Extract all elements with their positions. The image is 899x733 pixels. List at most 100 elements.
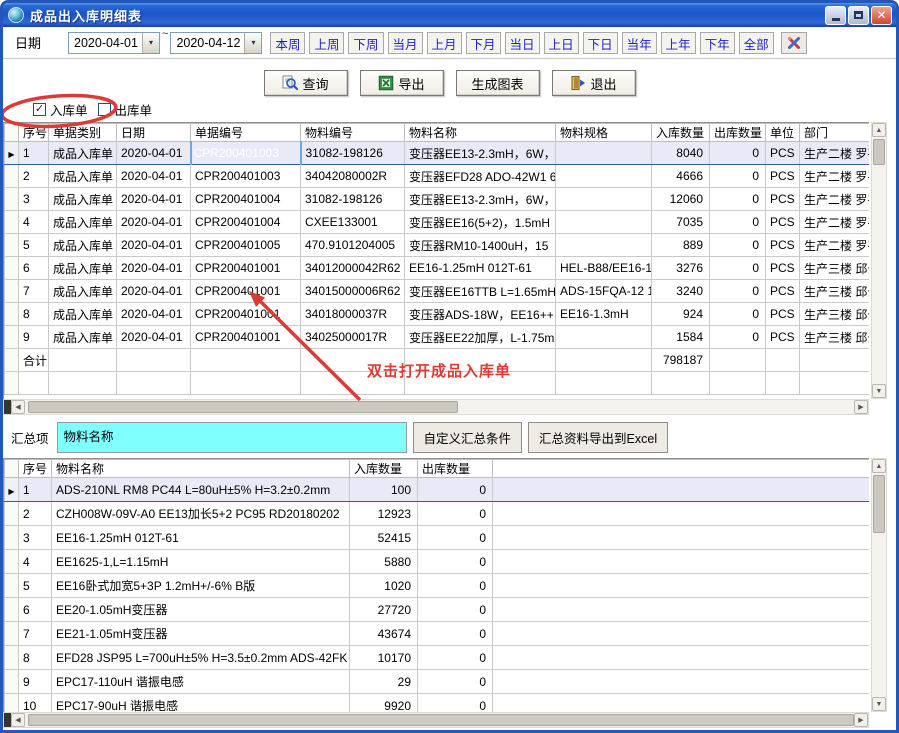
cell[interactable]: 生产三楼 邱云 — [800, 303, 870, 326]
cell[interactable]: EPC17-110uH 谐振电感 — [52, 670, 350, 694]
quick-range-button[interactable]: 上周 — [309, 32, 344, 54]
scroll-right-icon[interactable]: ▶ — [854, 400, 868, 414]
cell[interactable]: 生产二楼 罗平 — [800, 165, 870, 188]
cell[interactable]: 27720 — [350, 598, 418, 622]
row-selector[interactable] — [5, 646, 19, 670]
scroll-left-icon[interactable]: ◀ — [11, 713, 25, 727]
cell[interactable]: 0 — [418, 478, 493, 502]
cell[interactable]: PCS — [766, 211, 800, 234]
row-selector[interactable] — [5, 598, 19, 622]
cell[interactable]: 0 — [710, 211, 766, 234]
cell[interactable]: 2020-04-01 — [117, 142, 191, 165]
column-header[interactable]: 物料名称 — [405, 124, 556, 142]
cell[interactable] — [19, 372, 49, 395]
date-to-combo[interactable]: 2020-04-12 ▾ — [170, 32, 262, 54]
quick-range-button[interactable]: 下周 — [348, 32, 383, 54]
maximize-button[interactable] — [848, 6, 869, 25]
cell[interactable]: EFD28 JSP95 L=700uH±5% H=3.5±0.2mm ADS-4… — [52, 646, 350, 670]
cell[interactable]: EE16-1.25mH 012T-61 — [52, 526, 350, 550]
table-row[interactable]: 8成品入库单2020-04-01CPR20040100134018000037R… — [5, 303, 870, 326]
cell[interactable]: 0 — [418, 670, 493, 694]
cell[interactable] — [766, 349, 800, 372]
detail-vertical-scrollbar[interactable]: ▲ ▼ — [871, 122, 887, 399]
table-row[interactable]: 2CZH008W-09V-A0 EE13加长5+2 PC95 RD2018020… — [5, 502, 870, 526]
column-header[interactable]: 入库数量 — [350, 460, 418, 478]
cell[interactable]: 1584 — [652, 326, 710, 349]
quick-range-button[interactable]: 本周 — [270, 32, 305, 54]
cell[interactable]: 变压器ADS-18W，EE16++ — [405, 303, 556, 326]
cell[interactable]: 798187 — [652, 349, 710, 372]
cell[interactable]: 12923 — [350, 502, 418, 526]
column-header[interactable]: 日期 — [117, 124, 191, 142]
cell[interactable]: 成品入库单 — [49, 165, 117, 188]
cell[interactable]: 34012000042R62 — [301, 257, 405, 280]
cell[interactable]: 成品入库单 — [49, 303, 117, 326]
row-selector[interactable] — [5, 694, 19, 713]
row-selector[interactable] — [5, 622, 19, 646]
cell[interactable] — [556, 188, 652, 211]
cell[interactable]: 4666 — [652, 165, 710, 188]
cell[interactable]: 2020-04-01 — [117, 211, 191, 234]
table-row[interactable]: ▶1ADS-210NL RM8 PC44 L=80uH±5% H=3.2±0.2… — [5, 478, 870, 502]
cell[interactable]: 31082-198126 — [301, 142, 405, 165]
scroll-up-icon[interactable]: ▲ — [872, 459, 886, 473]
cell[interactable]: 2020-04-01 — [117, 280, 191, 303]
chevron-down-icon[interactable]: ▾ — [142, 33, 159, 53]
cell[interactable]: EPC17-90uH 谐振电感 — [52, 694, 350, 713]
cell[interactable] — [556, 142, 652, 165]
cell[interactable]: CPR200401001 — [191, 257, 301, 280]
scroll-left-icon[interactable]: ◀ — [11, 400, 25, 414]
cell[interactable]: CPR200401003 — [191, 142, 301, 165]
cell[interactable]: ADS-15FQA-12 12 — [556, 280, 652, 303]
cell[interactable]: 0 — [710, 303, 766, 326]
table-row[interactable]: 7EE21-1.05mH变压器436740 — [5, 622, 870, 646]
row-selector[interactable]: ▶ — [5, 142, 19, 165]
cell[interactable]: CPR200401004 — [191, 188, 301, 211]
inbound-checkbox-group[interactable]: ✓ 入库单 — [33, 100, 88, 119]
column-header[interactable]: 物料编号 — [301, 124, 405, 142]
cell[interactable]: 9920 — [350, 694, 418, 713]
cell[interactable] — [117, 349, 191, 372]
cell[interactable]: 生产三楼 邱云 — [800, 326, 870, 349]
cell[interactable] — [301, 372, 405, 395]
cell[interactable]: CPR200401004 — [191, 211, 301, 234]
row-selector[interactable] — [5, 280, 19, 303]
cell[interactable]: 2020-04-01 — [117, 188, 191, 211]
close-button[interactable]: ✕ — [871, 6, 892, 25]
cell[interactable]: 0 — [710, 165, 766, 188]
cell[interactable]: 变压器EE16TTB L=1.65mH — [405, 280, 556, 303]
cell[interactable]: 9 — [19, 670, 52, 694]
cell[interactable]: 1020 — [350, 574, 418, 598]
cell[interactable]: CPR200401001 — [191, 280, 301, 303]
column-header[interactable]: 物料名称 — [52, 460, 350, 478]
custom-summary-button[interactable]: 自定义汇总条件 — [413, 422, 523, 453]
cell[interactable]: 470.9101204005 — [301, 234, 405, 257]
column-header[interactable]: 序号 — [19, 124, 49, 142]
cell[interactable]: 100 — [350, 478, 418, 502]
table-row[interactable]: 5EE16卧式加宽5+3P 1.2mH+/-6% B版10200 — [5, 574, 870, 598]
cell[interactable]: 0 — [418, 694, 493, 713]
cell[interactable]: 2020-04-01 — [117, 303, 191, 326]
table-row[interactable]: 7成品入库单2020-04-01CPR20040100134015000006R… — [5, 280, 870, 303]
cell[interactable] — [556, 165, 652, 188]
cell[interactable]: 0 — [418, 574, 493, 598]
cell[interactable] — [191, 349, 301, 372]
cell[interactable]: 31082-198126 — [301, 188, 405, 211]
cell[interactable]: 7035 — [652, 211, 710, 234]
cell[interactable]: 成品入库单 — [49, 142, 117, 165]
cell[interactable]: 889 — [652, 234, 710, 257]
column-header[interactable]: 单据类别 — [49, 124, 117, 142]
cell[interactable]: 生产二楼 罗平 — [800, 142, 870, 165]
cell[interactable]: 成品入库单 — [49, 280, 117, 303]
cell[interactable]: 0 — [418, 646, 493, 670]
exit-button[interactable]: 退出 — [552, 70, 636, 96]
cell[interactable]: 成品入库单 — [49, 234, 117, 257]
cell[interactable]: PCS — [766, 142, 800, 165]
cell[interactable] — [301, 349, 405, 372]
cell[interactable]: 成品入库单 — [49, 211, 117, 234]
row-selector[interactable] — [5, 165, 19, 188]
cell[interactable]: 5 — [19, 234, 49, 257]
cell[interactable]: 2 — [19, 502, 52, 526]
cell[interactable]: 2020-04-01 — [117, 234, 191, 257]
column-header[interactable]: 单据编号 — [191, 124, 301, 142]
